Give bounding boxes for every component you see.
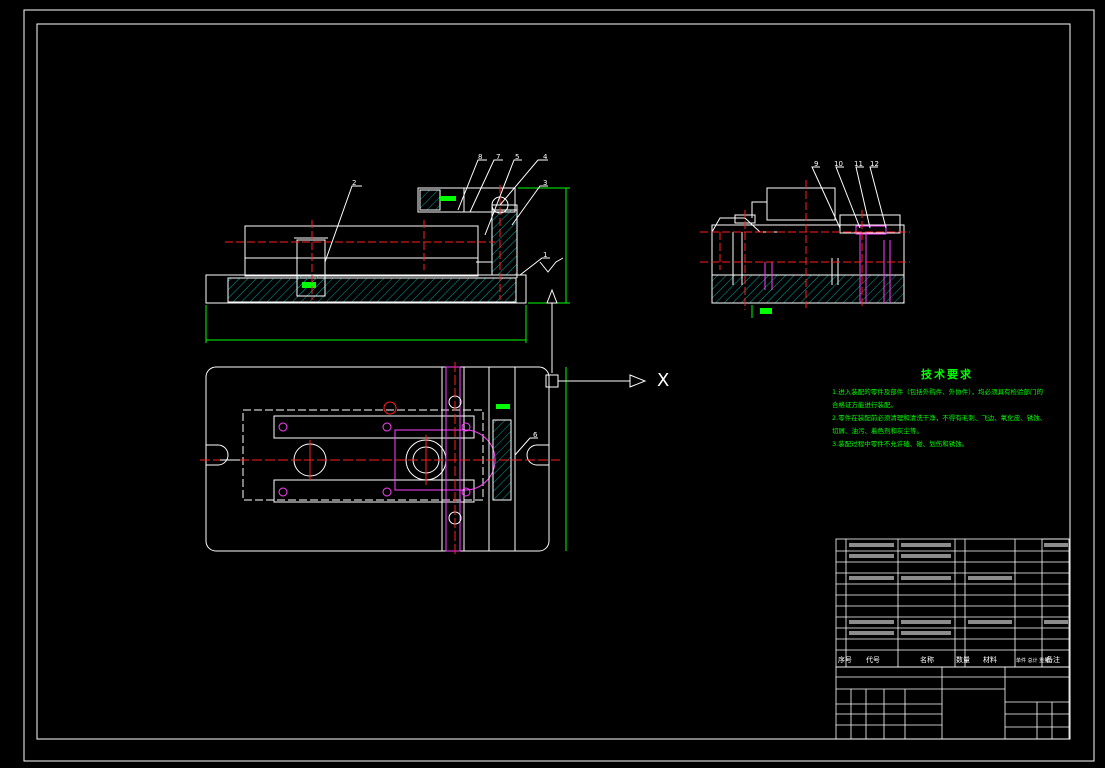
requirement-line: 2.零件在装配前必须清理和清洗干净，不得有毛刺、飞边、氧化皮、锈蚀、: [832, 414, 1047, 422]
title-block: [835, 538, 1070, 740]
requirement-line: 合格证方能进行装配。: [832, 401, 897, 409]
balloon-5: 5: [515, 153, 519, 161]
side-view: [700, 166, 910, 318]
balloon-3: 3: [543, 179, 547, 187]
header-remark: 备注: [1046, 655, 1060, 664]
header-weight: 单件 总计 重量: [1016, 657, 1049, 664]
header-code: 代号: [866, 655, 880, 664]
header-qty: 数量: [956, 655, 970, 664]
top-view: [200, 362, 647, 556]
balloon-2: 2: [352, 179, 356, 187]
x-axis-label: X: [657, 370, 670, 391]
technical-requirements-title: 技术要求: [921, 368, 973, 381]
header-seq: 序号: [838, 655, 852, 664]
balloon-7: 7: [496, 153, 500, 161]
balloon-8: 8: [478, 153, 482, 161]
balloon-1: 1: [543, 251, 547, 259]
requirement-line: 3.装配过程中零件不允许磕、碰、划伤和锈蚀。: [832, 440, 969, 448]
requirement-line: 1.进入装配的零件及部件（包括外购件、外协件），均必须具有检验部门的: [832, 388, 1043, 396]
title-block-headers: 序号 代号 名称 数量 材料 单件 总计 重量 备注: [838, 655, 1060, 664]
requirement-line: 切屑、油污、着色剂和灰尘等。: [832, 427, 923, 435]
header-material: 材料: [983, 655, 997, 664]
balloon-9: 9: [814, 160, 818, 168]
header-name: 名称: [920, 655, 934, 664]
technical-requirements: 技术要求 1.进入装配的零件及部件（包括外购件、外协件），均必须具有检验部门的 …: [832, 366, 1062, 451]
balloon-6: 6: [533, 431, 538, 439]
balloon-4: 4: [543, 153, 548, 161]
front-view: [205, 159, 570, 373]
title-block-fill: [849, 543, 1068, 635]
balloon-12: 12: [870, 160, 879, 168]
balloon-11: 11: [854, 160, 863, 168]
balloon-10: 10: [834, 160, 843, 168]
